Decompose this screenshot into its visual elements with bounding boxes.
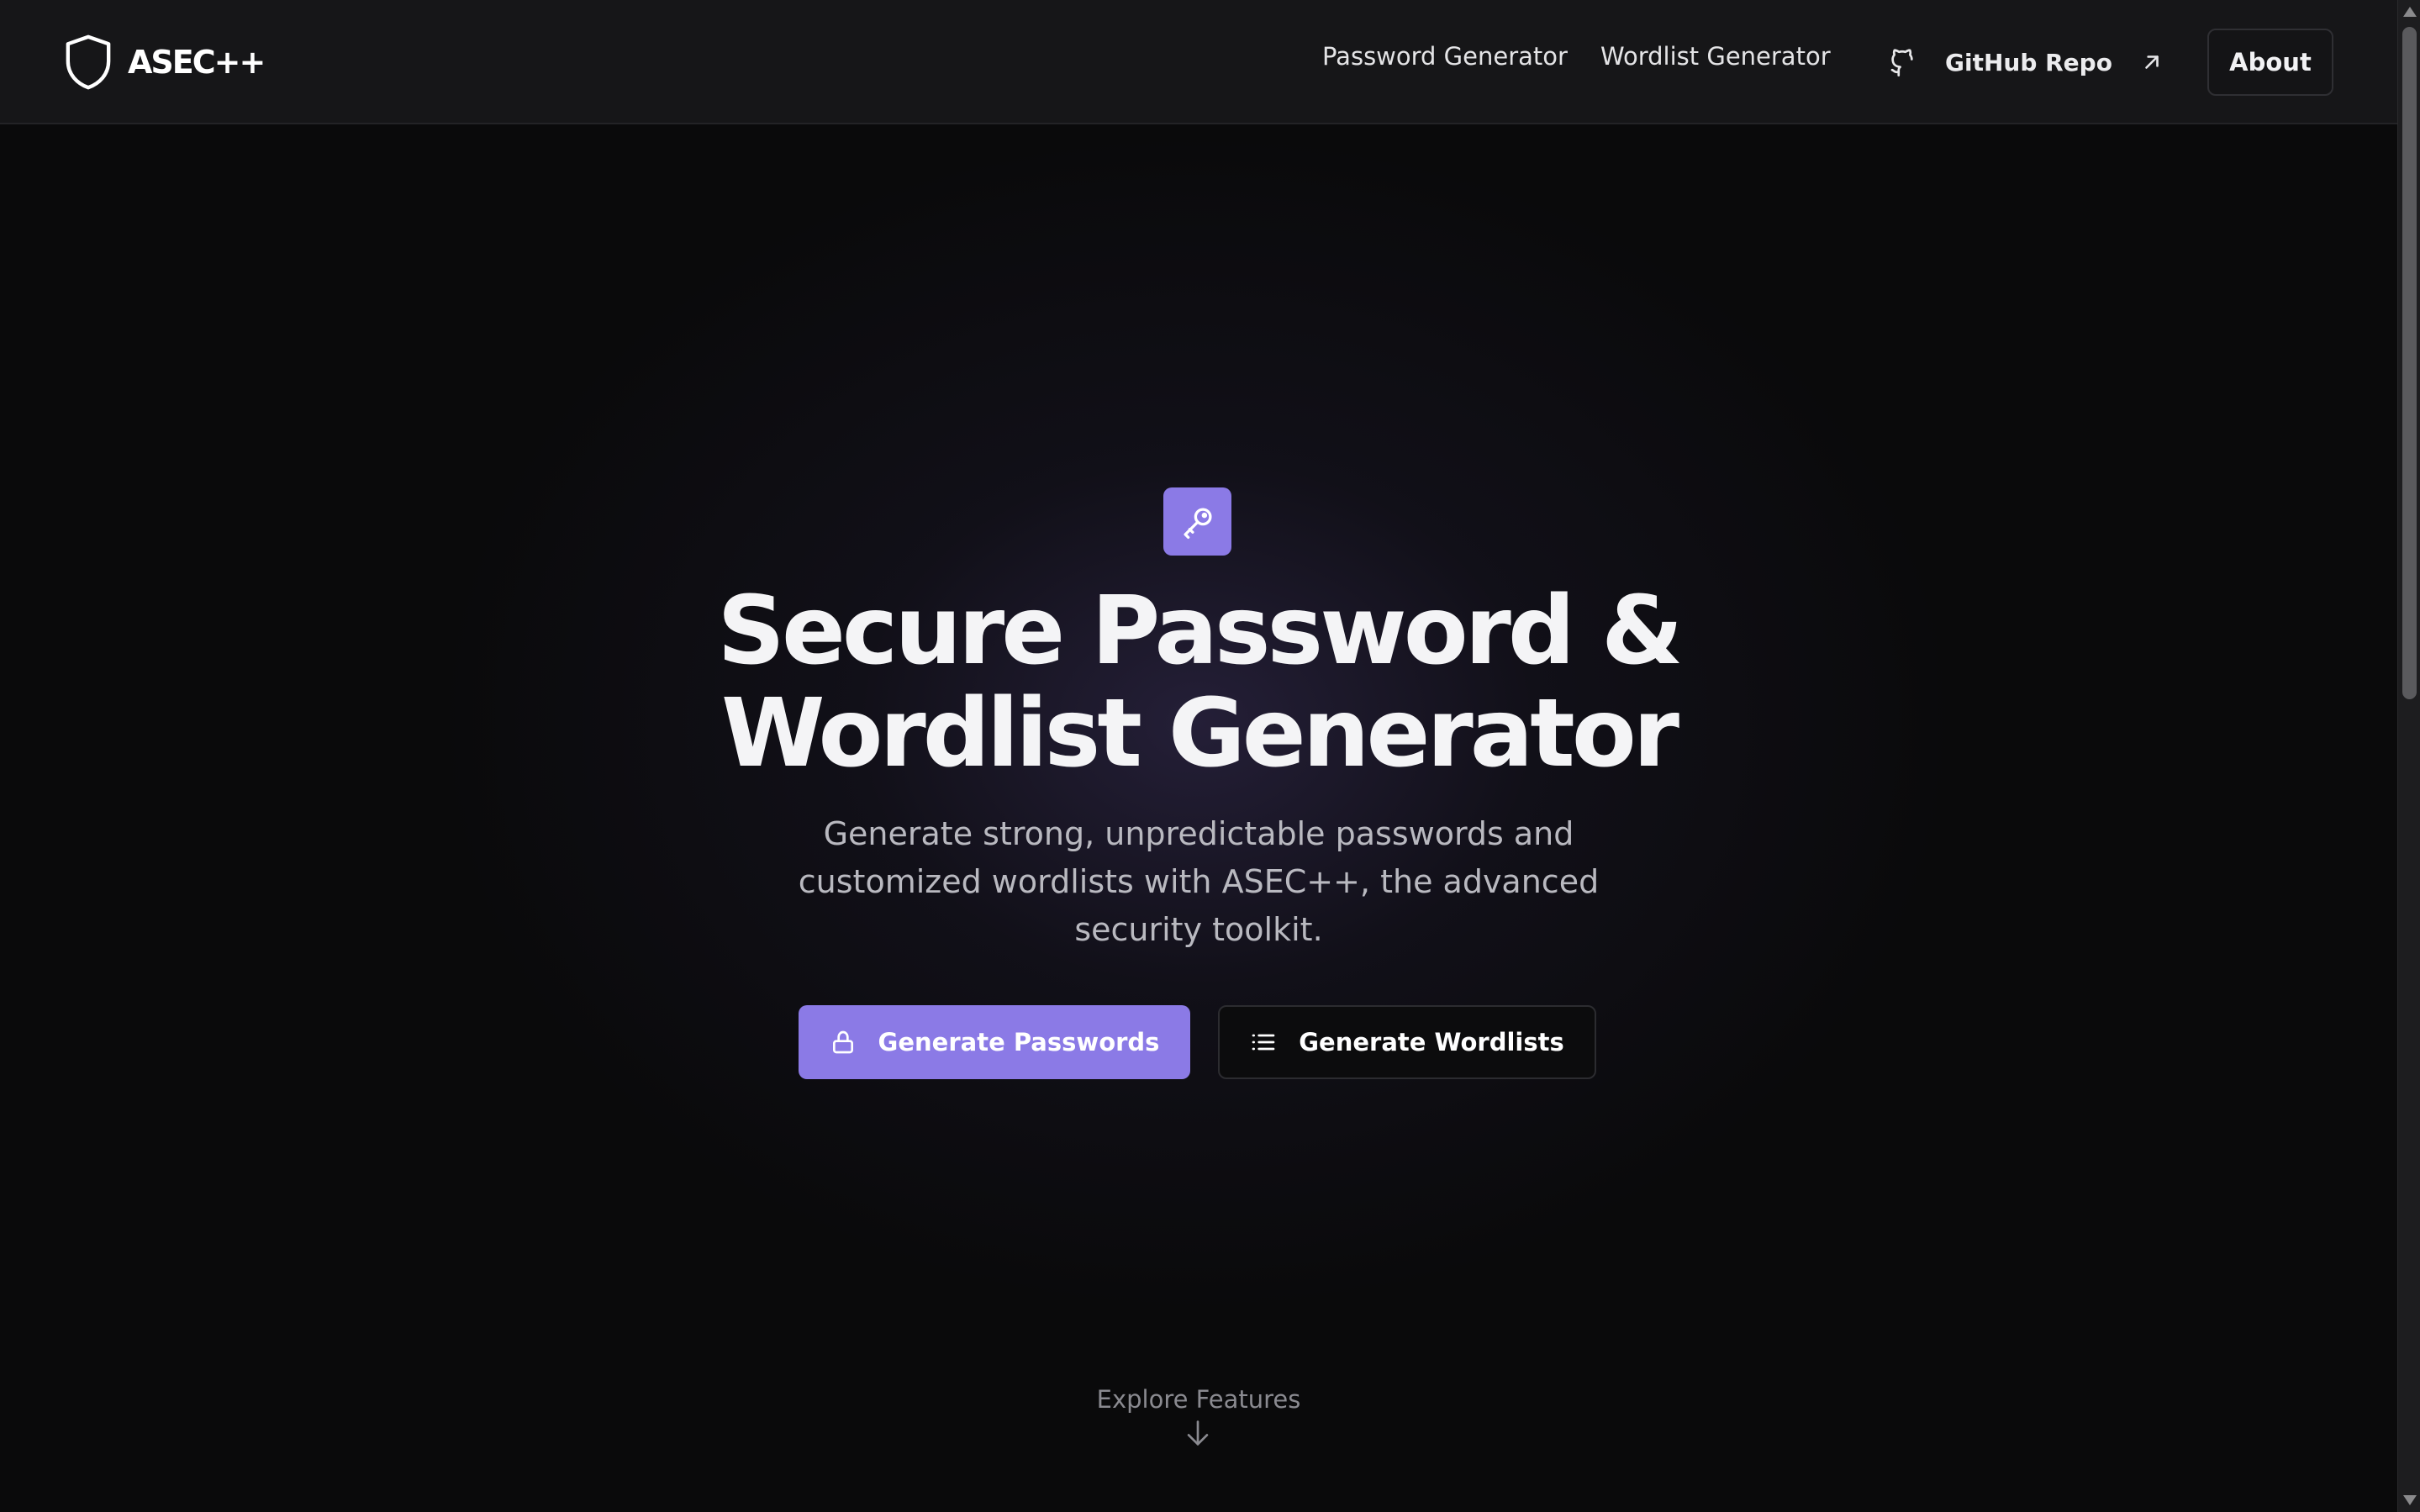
generate-passwords-button[interactable]: Generate Passwords	[799, 1005, 1190, 1079]
arrow-down-icon[interactable]	[1185, 1419, 1210, 1447]
scroll-up-arrow-icon[interactable]	[2403, 7, 2417, 17]
scroll-down-arrow-icon[interactable]	[2403, 1495, 2417, 1505]
lock-icon	[832, 1030, 853, 1054]
github-icon	[1890, 49, 1913, 76]
github-repo-label: GitHub Repo	[1945, 48, 2112, 76]
key-icon	[1183, 507, 1212, 539]
hero-title: Secure Password & Wordlist Generator	[717, 577, 1683, 788]
hero-key-badge	[1163, 487, 1231, 556]
scroll-thumb[interactable]	[2402, 27, 2417, 699]
brand-name: ASEC++	[128, 44, 266, 81]
about-button[interactable]: About	[2207, 29, 2333, 96]
github-repo-link[interactable]: GitHub Repo	[1888, 44, 2163, 81]
page: ASEC++ Password Generator Wordlist Gener…	[0, 0, 2420, 1512]
brand-logo[interactable]: ASEC++	[64, 32, 266, 92]
explore-features-link[interactable]: Explore Features	[0, 1385, 2397, 1414]
generate-wordlists-button[interactable]: Generate Wordlists	[1218, 1005, 1596, 1079]
hero-subtitle: Generate strong, unpredictable passwords…	[798, 815, 1600, 948]
top-navbar: ASEC++ Password Generator Wordlist Gener…	[0, 0, 2397, 124]
nav-password-generator[interactable]: Password Generator	[1322, 42, 1568, 71]
shield-icon	[66, 34, 111, 90]
nav-wordlist-generator[interactable]: Wordlist Generator	[1600, 42, 1831, 71]
generate-passwords-label: Generate Passwords	[878, 1028, 1160, 1056]
vertical-scrollbar[interactable]	[2397, 0, 2420, 1512]
external-link-icon	[2145, 55, 2159, 69]
generate-wordlists-label: Generate Wordlists	[1299, 1028, 1564, 1056]
list-icon	[1252, 1034, 1275, 1051]
